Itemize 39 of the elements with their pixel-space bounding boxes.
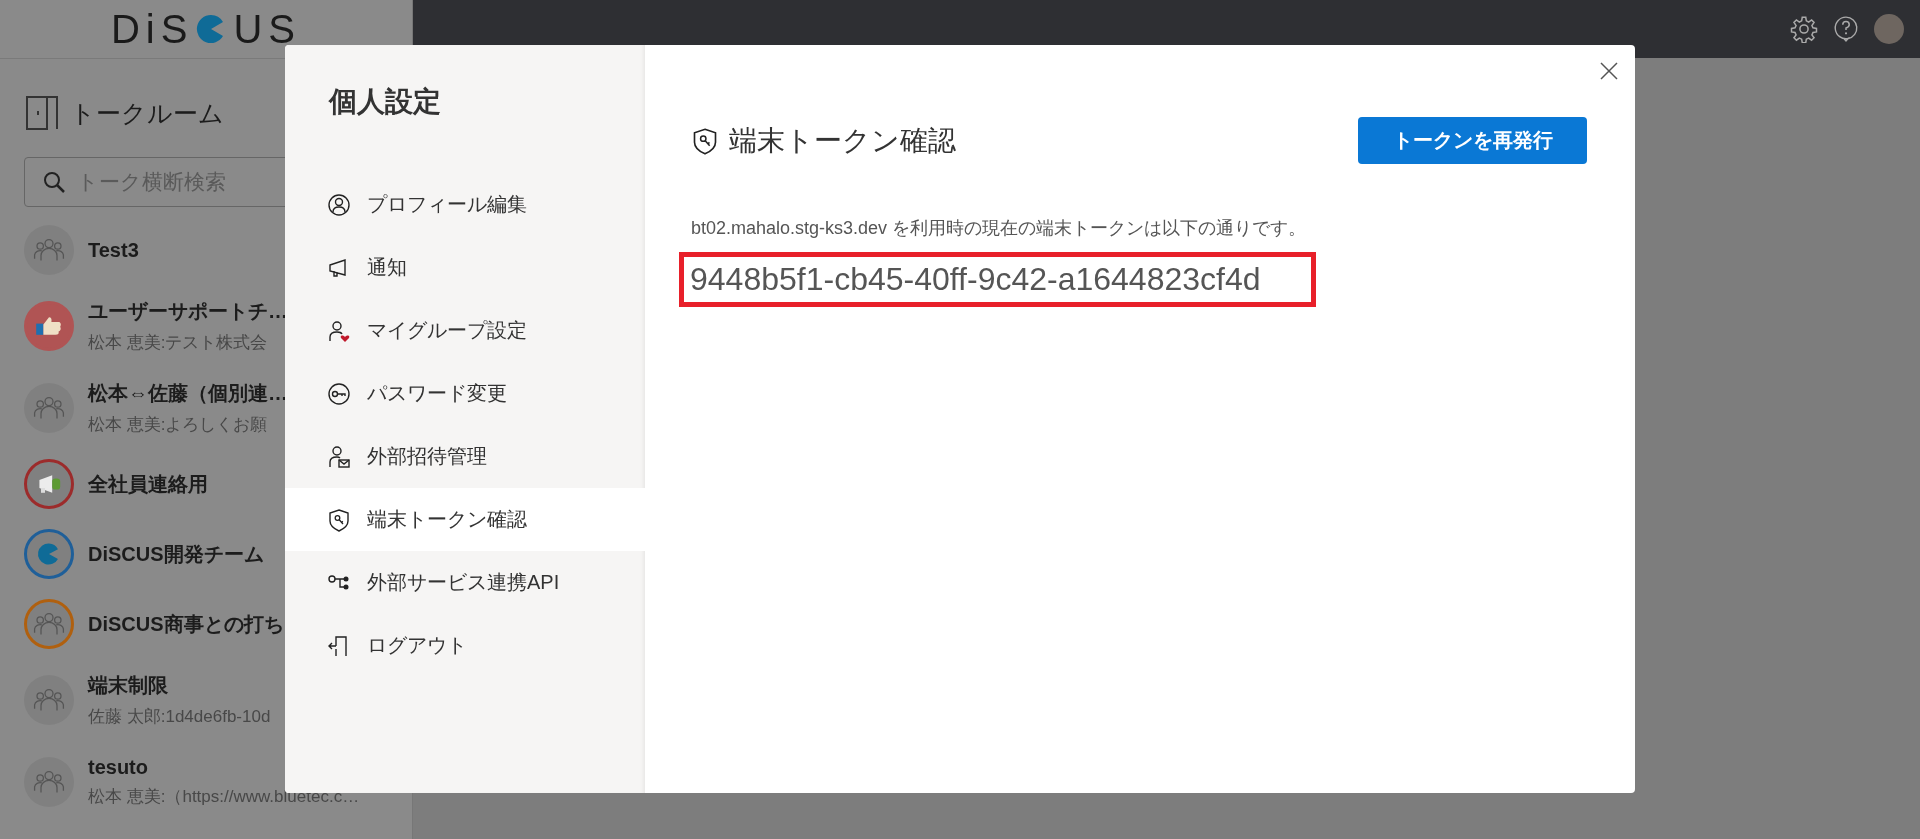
room-name: DiSCUS商事との打ち: [88, 611, 284, 637]
user-avatar[interactable]: [1874, 14, 1904, 44]
room-name: 端末制限: [88, 673, 169, 698]
room-name: 全社員連絡用: [88, 471, 208, 497]
key-icon: [327, 381, 351, 406]
shield-key-icon: [691, 126, 719, 155]
settings-menu-item[interactable]: 端末トークン確認: [285, 488, 645, 551]
dialog-title: 個人設定: [329, 85, 442, 119]
settings-menu-item[interactable]: 外部サービス連携API: [285, 551, 645, 614]
section-title: トークルーム: [70, 97, 224, 129]
profile-icon: [327, 192, 351, 217]
description-text: bt02.mahalo.stg-ks3.dev を利用時の現在の端末トークンは以下の通りです。: [691, 217, 1308, 240]
room-avatar: [24, 383, 74, 433]
room-avatar: [24, 675, 74, 725]
room-avatar: [24, 225, 74, 275]
settings-menu-item[interactable]: 通知: [285, 236, 645, 299]
settings-icon[interactable]: [1790, 15, 1818, 43]
settings-menu-item[interactable]: 外部招待管理: [285, 425, 645, 488]
talk-room-item[interactable]: tesuto 松本 恵美:（https://www.bluetec.c…: [0, 741, 412, 823]
settings-menu-item[interactable]: マイグループ設定: [285, 299, 645, 362]
shield-key-icon: [327, 507, 351, 532]
last-message: 佐藤 太郎:1d4de6fb-10d: [88, 706, 271, 728]
room-avatar: [24, 757, 74, 807]
app-logo: DiS US: [111, 6, 301, 52]
section-heading: 端末トークン確認: [729, 123, 957, 158]
room-name: tesuto: [88, 756, 149, 779]
search-icon: [42, 170, 66, 194]
person-mail-icon: [327, 444, 351, 469]
last-message: 松本 恵美:よろしくお願: [88, 414, 269, 436]
device-token: 9448b5f1-cb45-40ff-9c42-a1644823cf4d: [690, 261, 1261, 297]
door-icon: [26, 96, 58, 130]
help-icon[interactable]: [1832, 15, 1860, 43]
settings-menu-item[interactable]: パスワード変更: [285, 362, 645, 425]
room-name: DiSCUS開発チーム: [88, 541, 264, 567]
last-message: 松本 恵美:テスト株式会: [88, 332, 269, 354]
reissue-token-button[interactable]: トークンを再発行: [1358, 117, 1587, 164]
person-heart-icon: [327, 318, 351, 343]
last-message: 松本 恵美:（https://www.bluetec.c…: [88, 786, 360, 808]
room-name: Test3: [88, 238, 139, 262]
